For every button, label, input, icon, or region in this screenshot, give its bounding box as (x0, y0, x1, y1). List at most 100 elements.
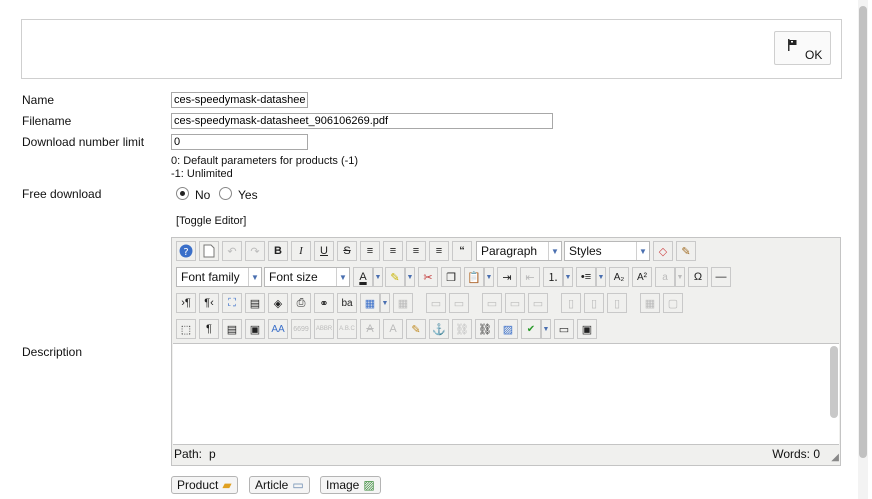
eraser-icon[interactable]: ◇ (653, 241, 673, 261)
superscript-icon[interactable]: A² (632, 267, 652, 287)
show-blocks-icon[interactable]: ¶ (199, 319, 219, 339)
free-download-no-radio[interactable] (176, 187, 189, 200)
insert-article-button[interactable]: Article ▭ (249, 476, 310, 494)
font-family-select[interactable]: Font family ▼ (176, 267, 262, 287)
attributes-icon[interactable]: ✎ (406, 319, 426, 339)
pagebreak-icon[interactable]: ▭ (554, 319, 574, 339)
font-size-select[interactable]: Font size ▼ (264, 267, 350, 287)
row-props-icon[interactable]: ▭ (426, 293, 446, 313)
chevron-down-icon[interactable]: ▼ (373, 267, 383, 287)
align-justify-icon[interactable]: ≡ (360, 241, 380, 261)
cell-props-icon[interactable]: ▭ (449, 293, 469, 313)
name-label: Name (22, 93, 55, 107)
editor-content-area[interactable] (173, 343, 839, 445)
undo-icon[interactable]: ↶ (222, 241, 242, 261)
ltr-paragraph-icon[interactable]: ›¶ (176, 293, 196, 313)
format-select[interactable]: Paragraph ▼ (476, 241, 562, 261)
chevron-down-icon[interactable]: ▼ (675, 267, 685, 287)
insert-image-button[interactable]: Image ▨ (320, 476, 381, 494)
subscript-icon[interactable]: A₂ (609, 267, 629, 287)
download-limit-input[interactable] (171, 134, 308, 150)
chevron-down-icon[interactable]: ▼ (484, 267, 494, 287)
page-scrollbar[interactable] (858, 0, 868, 499)
styles-select[interactable]: Styles ▼ (564, 241, 650, 261)
outdent-icon[interactable]: ⇤ (520, 267, 540, 287)
ok-button[interactable]: OK (774, 31, 831, 65)
insert-product-button[interactable]: Product ▰ (171, 476, 238, 494)
cut-icon[interactable]: ✂ (418, 267, 438, 287)
preview-icon[interactable]: ▤ (245, 293, 265, 313)
unlink-icon[interactable]: ⛓ (452, 319, 472, 339)
page-scrollbar-thumb[interactable] (859, 6, 867, 458)
article-button-label: Article (255, 478, 289, 492)
chevron-down-icon[interactable]: ▼ (541, 319, 551, 339)
anchor-icon[interactable]: ⚓ (429, 319, 449, 339)
text-color-icon[interactable]: A (353, 267, 373, 287)
help-icon[interactable]: ? (176, 241, 196, 261)
chevron-down-icon[interactable]: ▼ (596, 267, 606, 287)
special-char-omega-icon[interactable]: Ω (688, 267, 708, 287)
delete-table-icon[interactable]: ▦ (393, 293, 413, 313)
chevron-down-icon[interactable]: ▼ (405, 267, 415, 287)
insert-row-after-icon[interactable]: ▭ (505, 293, 525, 313)
image-icon[interactable]: ▨ (498, 319, 518, 339)
blockquote-icon[interactable]: “ (452, 241, 472, 261)
bold-icon[interactable]: B (268, 241, 288, 261)
insert-col-after-icon[interactable]: ▯ (584, 293, 604, 313)
rtl-paragraph-icon[interactable]: ¶‹ (199, 293, 219, 313)
insertion-icon[interactable]: A (383, 319, 403, 339)
cite-icon[interactable]: 6699 (291, 319, 311, 339)
delete-row-icon[interactable]: ▭ (528, 293, 548, 313)
table-icon[interactable]: ▦ (360, 293, 380, 313)
underline-icon[interactable]: U (314, 241, 334, 261)
resize-grip-icon[interactable]: ◢ (831, 452, 839, 463)
svg-text:?: ? (183, 247, 188, 258)
replace-icon[interactable]: ba (337, 293, 357, 313)
readmore-icon[interactable]: ▣ (577, 319, 597, 339)
split-cells-icon[interactable]: ▦ (640, 293, 660, 313)
name-input[interactable] (171, 92, 308, 108)
insert-col-before-icon[interactable]: ▯ (561, 293, 581, 313)
find-binoculars-icon[interactable]: ⚭ (314, 293, 334, 313)
italic-icon[interactable]: I (291, 241, 311, 261)
copy-icon[interactable]: ❐ (441, 267, 461, 287)
template-icon[interactable]: ▤ (222, 319, 242, 339)
align-right-icon[interactable]: ≡ (429, 241, 449, 261)
paste-icon[interactable]: 📋 (464, 267, 484, 287)
strikethrough-icon[interactable]: S (337, 241, 357, 261)
abbr-icon[interactable]: ABBR (314, 319, 334, 339)
merge-cells-icon[interactable]: ▢ (663, 293, 683, 313)
style-props-icon[interactable]: AA (268, 319, 288, 339)
chevron-down-icon[interactable]: ▼ (380, 293, 390, 313)
highlight-color-icon[interactable]: ✎ (385, 267, 405, 287)
indent-icon[interactable]: ⇥ (497, 267, 517, 287)
new-document-icon[interactable] (199, 241, 219, 261)
redo-icon[interactable]: ↷ (245, 241, 265, 261)
insert-layer-icon[interactable]: ▣ (245, 319, 265, 339)
editor-scrollbar[interactable] (830, 346, 838, 418)
toggle-editor-link[interactable]: [Toggle Editor] (176, 215, 246, 227)
deletion-icon[interactable]: A (360, 319, 380, 339)
code-icon[interactable]: ◈ (268, 293, 288, 313)
align-center-icon[interactable]: ≡ (383, 241, 403, 261)
cleanup-broom-icon[interactable]: ✎ (676, 241, 696, 261)
print-icon[interactable]: ⎙ (291, 293, 311, 313)
picture-icon: ▨ (363, 478, 375, 492)
download-limit-label: Download number limit (22, 135, 145, 149)
delete-col-icon[interactable]: ▯ (607, 293, 627, 313)
horizontal-rule-icon[interactable]: — (711, 267, 731, 287)
insert-row-before-icon[interactable]: ▭ (482, 293, 502, 313)
align-left-icon[interactable]: ≡ (406, 241, 426, 261)
spellcheck-icon[interactable]: ✔ (521, 319, 541, 339)
acronym-icon[interactable]: A.B.C (337, 319, 357, 339)
editor-statusbar: Path: p Words: 0 ◢ (172, 444, 840, 464)
link-icon[interactable]: ⛓ (475, 319, 495, 339)
filename-input[interactable] (171, 113, 553, 129)
fullscreen-icon[interactable]: ⛶ (222, 293, 242, 313)
text-direction-icon[interactable]: a (655, 267, 675, 287)
bullet-list-icon[interactable]: •≡ (576, 267, 596, 287)
numbered-list-icon[interactable]: ⒈ (543, 267, 563, 287)
free-download-yes-radio[interactable] (219, 187, 232, 200)
chevron-down-icon[interactable]: ▼ (563, 267, 573, 287)
visual-aid-icon[interactable]: ⬚ (176, 319, 196, 339)
